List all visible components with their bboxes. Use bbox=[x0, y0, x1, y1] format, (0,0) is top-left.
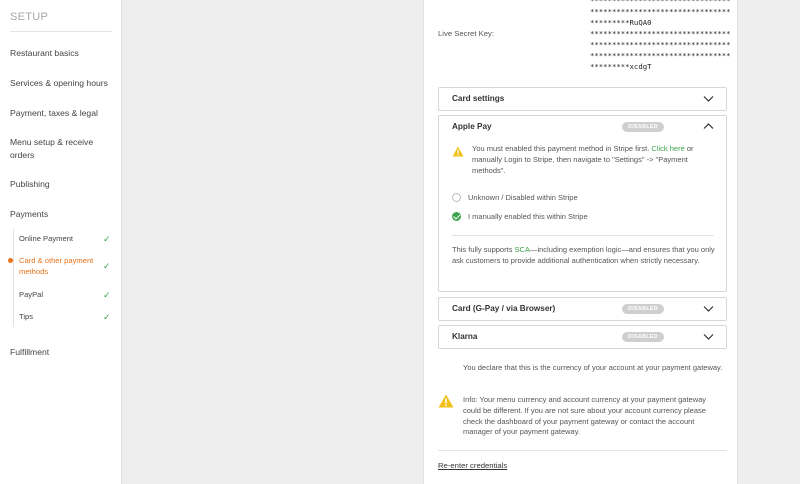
currency-declaration-text: You declare that this is the currency of… bbox=[463, 363, 723, 372]
warning-icon bbox=[438, 394, 454, 408]
chevron-down-icon[interactable] bbox=[703, 304, 714, 313]
live-secret-key-line: ******************************** bbox=[590, 51, 731, 60]
accordion-header[interactable]: Klarna DISABLED bbox=[439, 326, 726, 348]
sidebar-subitem-online-payment[interactable]: Online Payment bbox=[19, 234, 109, 245]
chevron-down-icon[interactable] bbox=[703, 94, 714, 103]
accordion-title: Card settings bbox=[452, 94, 505, 103]
status-badge: DISABLED bbox=[622, 304, 664, 314]
sca-text: This fully supports bbox=[452, 245, 513, 254]
radio-button[interactable] bbox=[452, 193, 461, 202]
publishable-key-line: *********RuQA0 bbox=[590, 18, 652, 27]
gpay-accordion[interactable]: Card (G-Pay / via Browser) DISABLED bbox=[438, 297, 727, 321]
publishable-key-line: ******************************** bbox=[590, 7, 731, 16]
live-secret-key-line: ******************************** bbox=[590, 40, 731, 49]
status-badge: DISABLED bbox=[622, 332, 664, 342]
live-secret-key-line: ******************************** bbox=[590, 29, 731, 38]
sidebar: SETUP Restaurant basics Services & openi… bbox=[0, 0, 122, 484]
warning-icon bbox=[452, 146, 464, 157]
sidebar-subitem-card-other-methods[interactable]: Card & other payment methods bbox=[19, 256, 109, 277]
currency-info-text: Info: Your menu currency and account cur… bbox=[463, 395, 707, 437]
accordion-title: Klarna bbox=[452, 332, 478, 341]
sub-nav-line bbox=[13, 229, 14, 327]
accordion-header[interactable]: Card settings bbox=[439, 88, 726, 110]
settings-panel: ******************************** *******… bbox=[423, 0, 738, 484]
reenter-credentials-link[interactable]: Re-enter credentials bbox=[438, 461, 507, 470]
sidebar-item-menu-setup[interactable]: Menu setup & receive orders bbox=[10, 136, 116, 161]
check-icon: ✓ bbox=[103, 261, 111, 271]
warning-text: You must enabled this payment method in … bbox=[472, 144, 650, 153]
accordion-header[interactable]: Card (G-Pay / via Browser) DISABLED bbox=[439, 298, 726, 320]
divider bbox=[452, 235, 714, 236]
status-badge: DISABLED bbox=[622, 122, 664, 132]
sidebar-item-restaurant-basics[interactable]: Restaurant basics bbox=[10, 47, 116, 60]
apple-pay-accordion: Apple Pay DISABLED You must enabled this… bbox=[438, 115, 727, 292]
apple-pay-warning-text: You must enabled this payment method in … bbox=[472, 144, 722, 176]
active-indicator-dot bbox=[8, 258, 13, 263]
accordion-title: Apple Pay bbox=[452, 122, 492, 131]
sidebar-item-payments[interactable]: Payments bbox=[10, 208, 116, 221]
check-icon: ✓ bbox=[103, 290, 111, 300]
sidebar-title: SETUP bbox=[10, 11, 49, 23]
divider bbox=[438, 450, 727, 451]
live-secret-key-line: *********xcdgT bbox=[590, 62, 652, 71]
check-icon: ✓ bbox=[103, 312, 111, 322]
radio-label: I manually enabled this within Stripe bbox=[468, 212, 588, 221]
sca-info-text: This fully supports SCA—including exempt… bbox=[452, 245, 722, 267]
sidebar-subitem-paypal[interactable]: PayPal bbox=[19, 290, 109, 301]
sidebar-divider bbox=[10, 31, 112, 32]
sidebar-subitem-tips[interactable]: Tips bbox=[19, 312, 109, 323]
accordion-header[interactable]: Apple Pay DISABLED bbox=[439, 116, 726, 138]
check-icon: ✓ bbox=[103, 234, 111, 244]
sidebar-item-fulfillment[interactable]: Fulfillment bbox=[10, 346, 116, 359]
sca-link[interactable]: SCA bbox=[515, 245, 530, 254]
live-secret-key-label: Live Secret Key: bbox=[438, 29, 494, 38]
sidebar-item-publishing[interactable]: Publishing bbox=[10, 178, 116, 191]
card-settings-accordion[interactable]: Card settings bbox=[438, 87, 727, 111]
radio-label: Unknown / Disabled within Stripe bbox=[468, 193, 578, 202]
sidebar-item-payment-taxes-legal[interactable]: Payment, taxes & legal bbox=[10, 107, 116, 120]
klarna-accordion[interactable]: Klarna DISABLED bbox=[438, 325, 727, 349]
accordion-title: Card (G-Pay / via Browser) bbox=[452, 304, 556, 313]
click-here-link[interactable]: Click here bbox=[651, 144, 684, 153]
sidebar-item-services-opening-hours[interactable]: Services & opening hours bbox=[10, 77, 116, 90]
chevron-down-icon[interactable] bbox=[703, 332, 714, 341]
chevron-up-icon[interactable] bbox=[703, 122, 714, 131]
radio-button-checked[interactable] bbox=[452, 212, 461, 221]
